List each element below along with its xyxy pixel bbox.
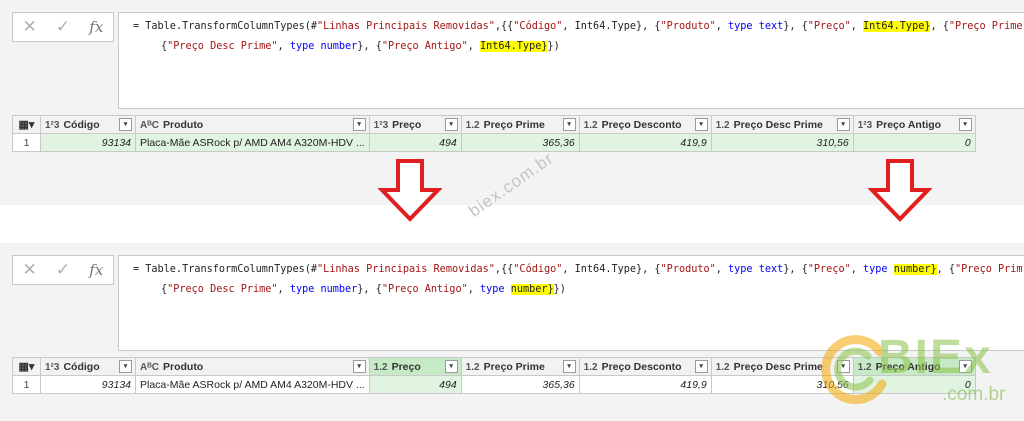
column-header-preco-antigo[interactable]: 1²3 Preço Antigo ▾ — [852, 115, 976, 134]
dropdown-icon[interactable]: ▾ — [836, 118, 850, 131]
dropdown-icon[interactable]: ▾ — [562, 118, 576, 131]
column-header-produto[interactable]: AᴮC Produto ▾ — [135, 357, 370, 376]
fx-icon[interactable]: fx — [85, 261, 107, 279]
cell-preco-desconto[interactable]: 419,9 — [578, 133, 712, 152]
formula-toolbar: ✕ ✓ fx — [12, 12, 114, 42]
column-header-preco-desconto[interactable]: 1.2 Preço Desconto ▾ — [578, 115, 712, 134]
cell-codigo[interactable]: 93134 — [40, 375, 136, 394]
cell-preco-desconto[interactable]: 419,9 — [578, 375, 712, 394]
cell-preco-prime[interactable]: 365,36 — [460, 133, 580, 152]
check-icon[interactable]: ✓ — [52, 17, 74, 37]
highlight-number-preco: number} — [893, 264, 937, 275]
data-grid: ▦▾ 1²3 Código ▾ AᴮC Produto ▾ 1²3 Preço ▾ 1.2 P… — [12, 115, 976, 152]
dropdown-icon[interactable]: ▾ — [119, 118, 132, 131]
column-header-preco[interactable]: 1.2 Preço ▾ — [368, 357, 462, 376]
down-arrow-icon — [378, 159, 442, 222]
check-icon[interactable]: ✓ — [52, 260, 74, 280]
column-header-codigo[interactable]: 1²3 Código ▾ — [40, 357, 136, 376]
cell-produto[interactable]: Placa-Mãe ASRock p/ AMD AM4 A320M-HDV ..… — [135, 133, 370, 152]
table-menu-icon[interactable]: ▦▾ — [12, 357, 41, 376]
column-header-preco-prime[interactable]: 1.2 Preço Prime ▾ — [460, 115, 580, 134]
dropdown-icon[interactable]: ▾ — [352, 118, 366, 131]
dropdown-icon[interactable]: ▾ — [958, 118, 972, 131]
dropdown-icon[interactable]: ▾ — [119, 360, 132, 373]
column-header-preco-desc-prime[interactable]: 1.2 Preço Desc Prime ▾ — [710, 115, 854, 134]
column-header-preco-prime[interactable]: 1.2 Preço Prime ▾ — [460, 357, 580, 376]
logo-domain: .com.br — [942, 384, 1006, 405]
cell-preco-prime[interactable]: 365,36 — [460, 375, 580, 394]
table-menu-icon[interactable]: ▦▾ — [12, 115, 41, 134]
row-number: 1 — [12, 133, 41, 152]
column-header-preco-desconto[interactable]: 1.2 Preço Desconto ▾ — [578, 357, 712, 376]
dropdown-icon[interactable]: ▾ — [562, 360, 576, 373]
cancel-icon[interactable]: ✕ — [19, 260, 41, 280]
cell-codigo[interactable]: 93134 — [40, 133, 136, 152]
dropdown-icon[interactable]: ▾ — [694, 360, 708, 373]
column-header-preco[interactable]: 1²3 Preço ▾ — [368, 115, 462, 134]
biex-logo: BIEx .com.br — [820, 330, 1020, 416]
highlight-number-antigo: number} — [510, 284, 554, 295]
cell-preco[interactable]: 494 — [368, 133, 462, 152]
formula-line-2: {"Preço Desc Prime", type number}, {"Pre… — [161, 41, 560, 52]
dropdown-icon[interactable]: ▾ — [444, 360, 458, 373]
highlight-int64-antigo: Int64.Type} — [480, 41, 548, 52]
column-header-produto[interactable]: AᴮC Produto ▾ — [135, 115, 370, 134]
cell-preco[interactable]: 494 — [368, 375, 462, 394]
cell-preco-antigo[interactable]: 0 — [852, 133, 976, 152]
row-number: 1 — [12, 375, 41, 394]
highlight-int64-preco: Int64.Type} — [863, 21, 931, 32]
formula-line-1: = Table.TransformColumnTypes(#"Linhas Pr… — [133, 264, 1023, 275]
column-header-codigo[interactable]: 1²3 Código ▾ — [40, 115, 136, 134]
formula-line-2: {"Preço Desc Prime", type number}, {"Pre… — [161, 284, 566, 295]
fx-icon[interactable]: fx — [85, 18, 107, 36]
cell-produto[interactable]: Placa-Mãe ASRock p/ AMD AM4 A320M-HDV ..… — [135, 375, 370, 394]
table-row: 1 93134 Placa-Mãe ASRock p/ AMD AM4 A320… — [12, 133, 976, 152]
logo-name: BIEx — [878, 331, 993, 384]
formula-bar[interactable]: = Table.TransformColumnTypes(#"Linhas Pr… — [118, 12, 1024, 109]
dropdown-icon[interactable]: ▾ — [352, 360, 366, 373]
formula-toolbar: ✕ ✓ fx — [12, 255, 114, 285]
dropdown-icon[interactable]: ▾ — [694, 118, 708, 131]
dropdown-icon[interactable]: ▾ — [444, 118, 458, 131]
formula-line-1: = Table.TransformColumnTypes(#"Linhas Pr… — [133, 21, 1024, 32]
down-arrow-icon — [868, 159, 932, 222]
cell-preco-desc-prime[interactable]: 310,56 — [710, 133, 854, 152]
cancel-icon[interactable]: ✕ — [19, 17, 41, 37]
